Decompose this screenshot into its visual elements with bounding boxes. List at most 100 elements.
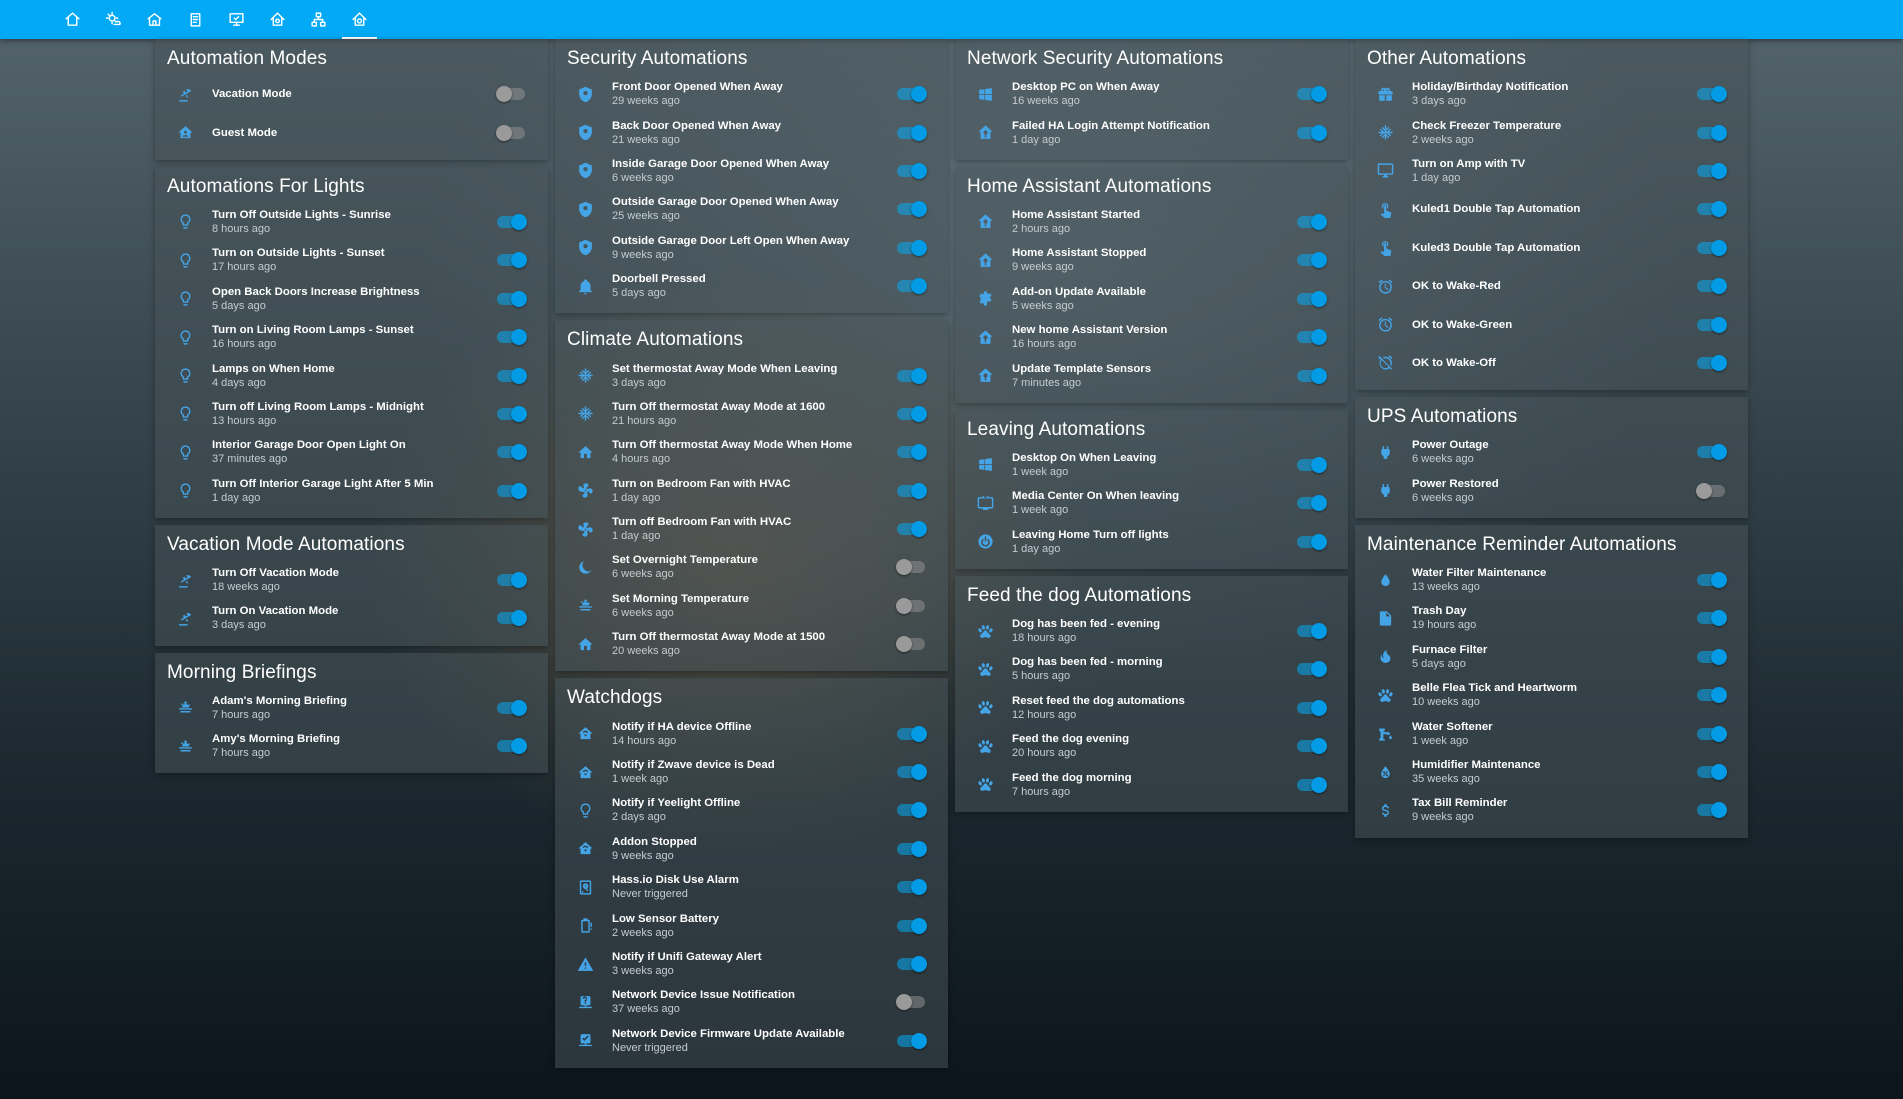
automation-toggle[interactable] [1694, 570, 1730, 590]
automation-name[interactable]: Set thermostat Away Mode When Leaving [612, 362, 894, 376]
automation-row[interactable]: Low Sensor Battery 2 weeks ago [567, 906, 936, 944]
automation-name[interactable]: Notify if Zwave device is Dead [612, 758, 894, 772]
automation-toggle[interactable] [494, 608, 530, 628]
automation-row[interactable]: Desktop PC on When Away 16 weeks ago [967, 75, 1336, 113]
automation-name[interactable]: Trash Day [1412, 604, 1694, 618]
automation-row[interactable]: Network Device Firmware Update Available… [567, 1022, 936, 1060]
automation-name[interactable]: Dog has been fed - morning [1012, 655, 1294, 669]
automation-name[interactable]: Turn Off thermostat Away Mode When Home [612, 438, 894, 452]
automation-name[interactable]: Lamps on When Home [212, 362, 494, 376]
automation-name[interactable]: Water Softener [1412, 720, 1694, 734]
automation-row[interactable]: Dog has been fed - morning 5 hours ago [967, 650, 1336, 688]
tab-automations[interactable] [339, 0, 380, 39]
tab-home-automation[interactable] [257, 0, 298, 39]
automation-row[interactable]: Power Outage 6 weeks ago [1367, 433, 1736, 471]
automation-row[interactable]: Turn on Living Room Lamps - Sunset 16 ho… [167, 318, 536, 356]
automation-toggle[interactable] [1294, 455, 1330, 475]
automation-toggle[interactable] [1294, 621, 1330, 641]
automation-toggle[interactable] [1694, 353, 1730, 373]
automation-name[interactable]: Vacation Mode [212, 87, 494, 101]
automation-row[interactable]: Inside Garage Door Opened When Away 6 we… [567, 152, 936, 190]
automation-row[interactable]: Trash Day 19 hours ago [1367, 599, 1736, 637]
automation-row[interactable]: Back Door Opened When Away 21 weeks ago [567, 113, 936, 151]
automation-row[interactable]: Notify if Unifi Gateway Alert 3 weeks ag… [567, 945, 936, 983]
automation-name[interactable]: Feed the dog evening [1012, 732, 1294, 746]
automation-toggle[interactable] [894, 1031, 930, 1051]
automation-row[interactable]: OK to Wake-Off [1367, 344, 1736, 382]
automation-row[interactable]: Vacation Mode [167, 75, 536, 113]
automation-row[interactable]: Interior Garage Door Open Light On 37 mi… [167, 433, 536, 471]
tab-house[interactable] [134, 0, 175, 39]
automation-row[interactable]: Furnace Filter 5 days ago [1367, 638, 1736, 676]
automation-row[interactable]: Lamps on When Home 4 days ago [167, 356, 536, 394]
automation-toggle[interactable] [894, 84, 930, 104]
automation-toggle[interactable] [494, 442, 530, 462]
automation-toggle[interactable] [1294, 659, 1330, 679]
automation-toggle[interactable] [1294, 493, 1330, 513]
automation-name[interactable]: New home Assistant Version [1012, 323, 1294, 337]
automation-row[interactable]: Update Template Sensors 7 minutes ago [967, 356, 1336, 394]
automation-toggle[interactable] [894, 596, 930, 616]
automation-name[interactable]: Power Restored [1412, 477, 1694, 491]
automation-row[interactable]: Doorbell Pressed 5 days ago [567, 267, 936, 305]
automation-row[interactable]: OK to Wake-Green [1367, 305, 1736, 343]
automation-name[interactable]: OK to Wake-Red [1412, 279, 1694, 293]
automation-row[interactable]: Turn on Bedroom Fan with HVAC 1 day ago [567, 472, 936, 510]
automation-row[interactable]: Failed HA Login Attempt Notification 1 d… [967, 113, 1336, 151]
automation-name[interactable]: Water Filter Maintenance [1412, 566, 1694, 580]
automation-row[interactable]: Network Device Issue Notification 37 wee… [567, 983, 936, 1021]
automation-name[interactable]: Guest Mode [212, 126, 494, 140]
automation-toggle[interactable] [1694, 84, 1730, 104]
automation-toggle[interactable] [494, 212, 530, 232]
automation-name[interactable]: Media Center On When leaving [1012, 489, 1294, 503]
automation-toggle[interactable] [494, 481, 530, 501]
automation-name[interactable]: Hass.io Disk Use Alarm [612, 873, 894, 887]
automation-toggle[interactable] [894, 238, 930, 258]
automation-toggle[interactable] [1294, 84, 1330, 104]
automation-name[interactable]: Belle Flea Tick and Heartworm [1412, 681, 1694, 695]
automation-toggle[interactable] [1694, 647, 1730, 667]
automation-name[interactable]: Set Overnight Temperature [612, 553, 894, 567]
automation-toggle[interactable] [1694, 608, 1730, 628]
automation-row[interactable]: Notify if HA device Offline 14 hours ago [567, 714, 936, 752]
tab-monitor[interactable] [216, 0, 257, 39]
automation-name[interactable]: Outside Garage Door Opened When Away [612, 195, 894, 209]
automation-name[interactable]: Kuled1 Double Tap Automation [1412, 202, 1694, 216]
automation-toggle[interactable] [1294, 212, 1330, 232]
automation-toggle[interactable] [1694, 161, 1730, 181]
automation-name[interactable]: OK to Wake-Off [1412, 356, 1694, 370]
automation-toggle[interactable] [1294, 289, 1330, 309]
automation-row[interactable]: Kuled1 Double Tap Automation [1367, 190, 1736, 228]
automation-row[interactable]: Outside Garage Door Opened When Away 25 … [567, 190, 936, 228]
automation-row[interactable]: Set Morning Temperature 6 weeks ago [567, 587, 936, 625]
automation-row[interactable]: Turn Off Vacation Mode 18 weeks ago [167, 561, 536, 599]
automation-row[interactable]: Tax Bill Reminder 9 weeks ago [1367, 791, 1736, 829]
automation-row[interactable]: Feed the dog morning 7 hours ago [967, 765, 1336, 803]
automation-name[interactable]: Kuled3 Double Tap Automation [1412, 241, 1694, 255]
automation-row[interactable]: Turn on Amp with TV 1 day ago [1367, 152, 1736, 190]
automation-toggle[interactable] [494, 289, 530, 309]
automation-name[interactable]: Front Door Opened When Away [612, 80, 894, 94]
automation-row[interactable]: Adam's Morning Briefing 7 hours ago [167, 689, 536, 727]
automation-row[interactable]: Turn on Outside Lights - Sunset 17 hours… [167, 241, 536, 279]
automation-name[interactable]: Set Morning Temperature [612, 592, 894, 606]
automation-row[interactable]: Home Assistant Stopped 9 weeks ago [967, 241, 1336, 279]
automation-toggle[interactable] [894, 161, 930, 181]
automation-name[interactable]: Home Assistant Started [1012, 208, 1294, 222]
automation-toggle[interactable] [1294, 736, 1330, 756]
automation-name[interactable]: Leaving Home Turn off lights [1012, 528, 1294, 542]
automation-name[interactable]: Open Back Doors Increase Brightness [212, 285, 494, 299]
automation-row[interactable]: Home Assistant Started 2 hours ago [967, 203, 1336, 241]
automation-name[interactable]: Power Outage [1412, 438, 1694, 452]
automation-row[interactable]: Amy's Morning Briefing 7 hours ago [167, 727, 536, 765]
automation-name[interactable]: Notify if HA device Offline [612, 720, 894, 734]
automation-row[interactable]: Desktop On When Leaving 1 week ago [967, 446, 1336, 484]
automation-row[interactable]: Humidifier Maintenance 35 weeks ago [1367, 753, 1736, 791]
automation-name[interactable]: Turn off Bedroom Fan with HVAC [612, 515, 894, 529]
automation-name[interactable]: Desktop PC on When Away [1012, 80, 1294, 94]
automation-toggle[interactable] [894, 992, 930, 1012]
tab-network[interactable] [298, 0, 339, 39]
automation-name[interactable]: Home Assistant Stopped [1012, 246, 1294, 260]
automation-name[interactable]: Turn Off Vacation Mode [212, 566, 494, 580]
automation-name[interactable]: Turn on Living Room Lamps - Sunset [212, 323, 494, 337]
